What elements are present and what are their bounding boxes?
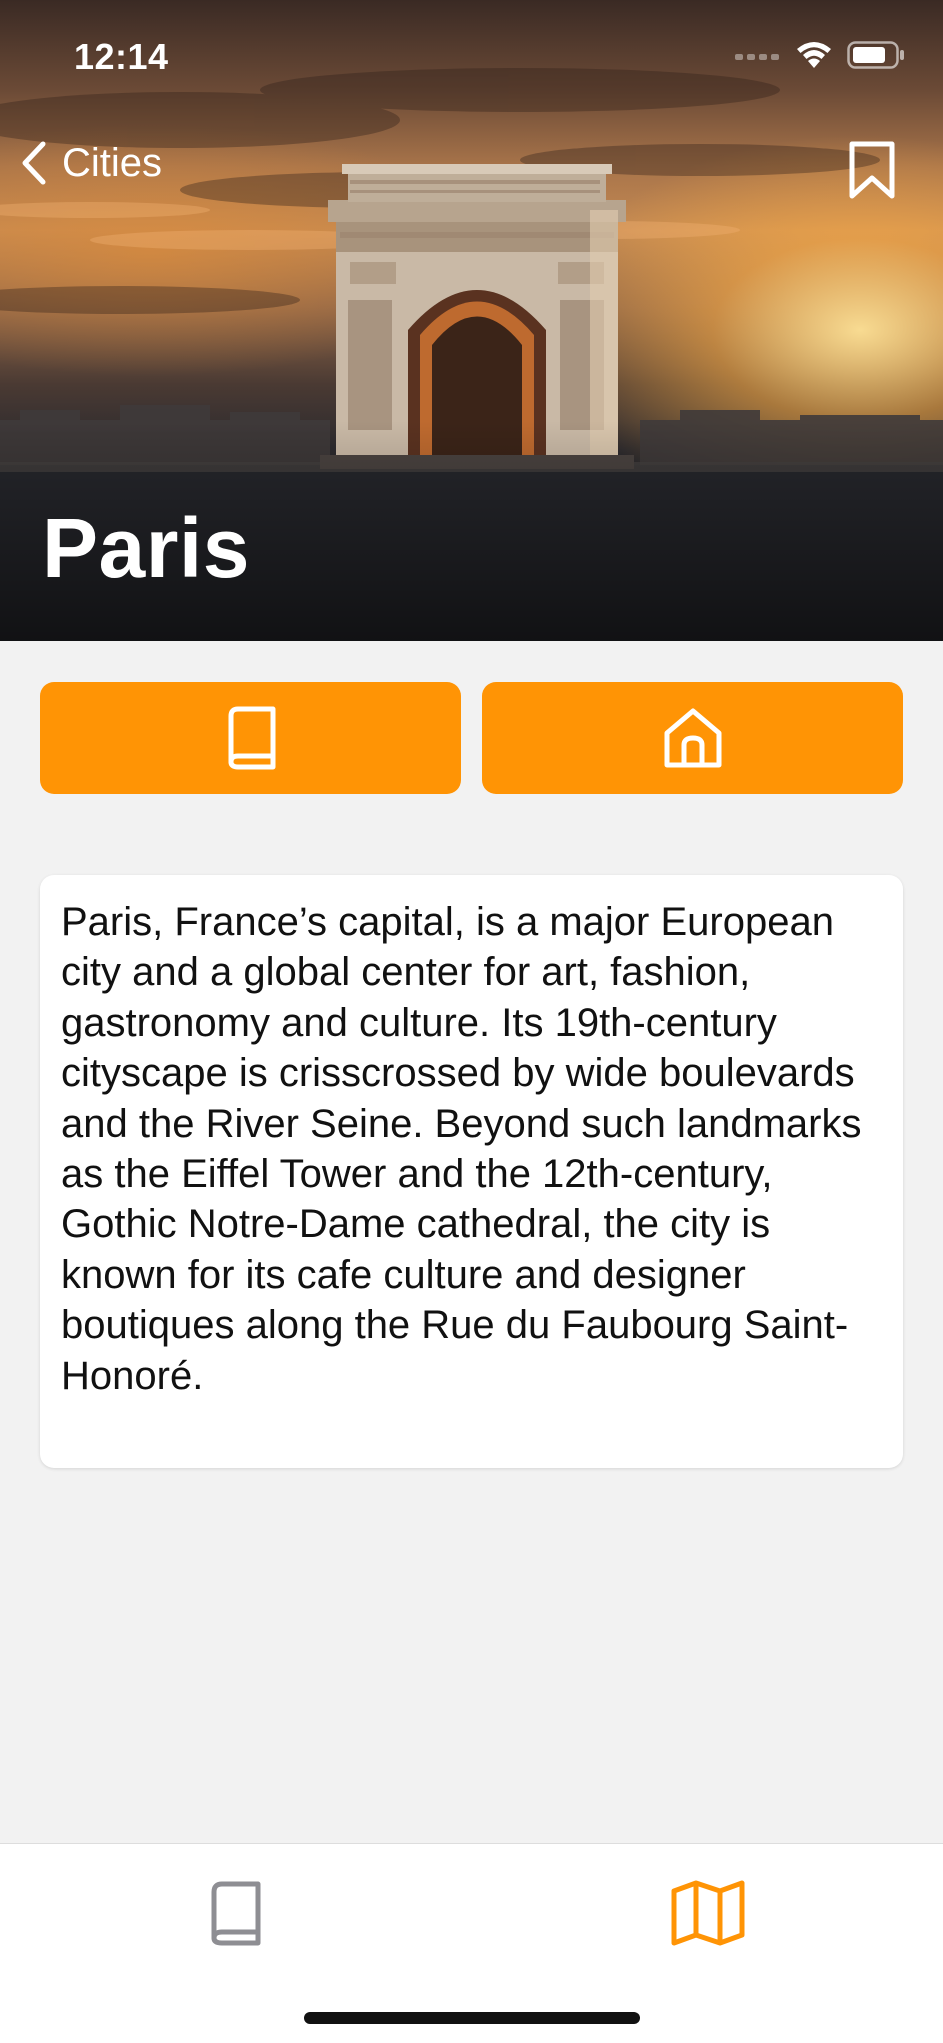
navigation-bar: Cities	[0, 130, 943, 210]
home-indicator	[304, 2012, 640, 2024]
hero-image: 12:14 Cities Paris	[0, 0, 943, 641]
back-button[interactable]: Cities	[18, 140, 162, 186]
tab-map[interactable]	[648, 1868, 768, 1958]
wifi-icon	[797, 42, 831, 68]
book-icon	[211, 1881, 261, 1946]
home-icon	[664, 708, 721, 768]
status-icons	[735, 40, 905, 70]
tab-guide[interactable]	[176, 1868, 296, 1958]
chevron-left-icon	[22, 141, 46, 185]
city-description: Paris, France’s capital, is a major Euro…	[61, 900, 862, 1398]
bookmark-icon	[849, 141, 895, 199]
action-buttons	[40, 682, 903, 794]
back-button-label: Cities	[62, 140, 163, 185]
description-card: Paris, France’s capital, is a major Euro…	[40, 875, 903, 1468]
status-bar: 12:14	[0, 0, 943, 100]
home-action-button[interactable]	[482, 682, 903, 794]
status-time: 12:14	[74, 36, 169, 77]
bookmark-button[interactable]	[847, 140, 897, 205]
map-icon	[671, 1880, 745, 1946]
book-action-button[interactable]	[40, 682, 461, 794]
tab-bar	[0, 1843, 943, 2043]
book-icon	[228, 706, 275, 770]
cellular-signal-icon	[735, 54, 779, 60]
city-title: Paris	[42, 501, 250, 595]
battery-icon	[847, 41, 904, 69]
